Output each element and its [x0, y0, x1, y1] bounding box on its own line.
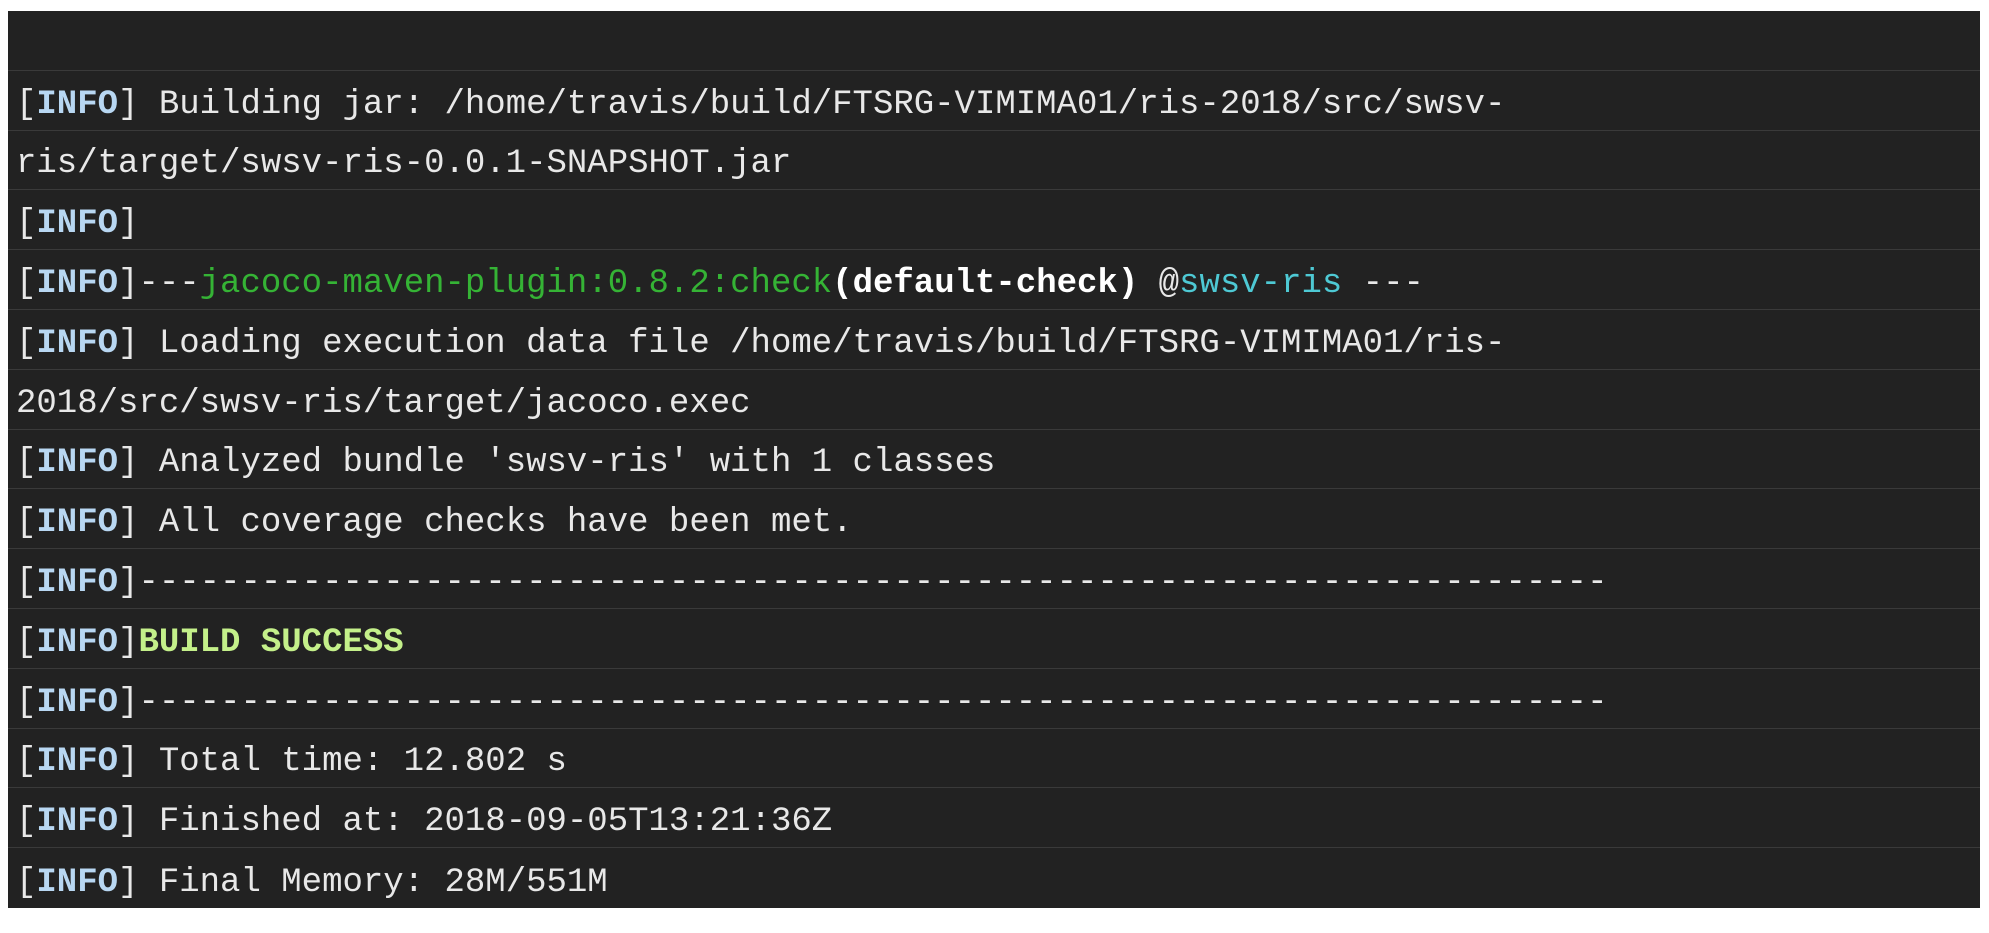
log-message: Loading execution data file /home/travis… [138, 324, 1506, 363]
log-level-tag: INFO [36, 563, 119, 602]
log-message: All coverage checks have been met. [138, 504, 853, 543]
plugin-name: jacoco-maven-plugin:0.8.2:check [199, 264, 833, 303]
log-message: Final Memory: 28M/551M [138, 863, 608, 902]
log-level-tag: INFO [36, 683, 119, 722]
log-line-building-jar: [INFO] Building jar: /home/travis/build/… [8, 71, 1980, 131]
log-line-continuation: ris/target/swsv-ris-0.0.1-SNAPSHOT.jar [8, 131, 1980, 191]
terminal-output: [INFO] Building jar: /home/travis/build/… [8, 11, 1980, 908]
module-name: swsv-ris [1179, 264, 1343, 303]
separator-dashes: ----------------------------------------… [138, 563, 1608, 602]
log-level-tag: INFO [36, 743, 119, 782]
log-line-analyzed: [INFO] Analyzed bundle 'swsv-ris' with 1… [8, 430, 1980, 490]
log-level-tag: INFO [36, 324, 119, 363]
log-line-empty-info: [INFO] [8, 190, 1980, 251]
log-level-tag: INFO [36, 264, 119, 303]
log-line-finished-at: [INFO] Finished at: 2018-09-05T13:21:36Z [8, 788, 1980, 849]
log-message: Total time: 12.802 s [138, 743, 567, 782]
log-message: Building jar: /home/travis/build/FTSRG-V… [138, 85, 1506, 124]
log-line-separator: [INFO] ----------------------------------… [8, 669, 1980, 729]
log-message: 2018/src/swsv-ris/target/jacoco.exec [16, 384, 751, 423]
blank-line [8, 11, 1980, 71]
log-message: ris/target/swsv-ris-0.0.1-SNAPSHOT.jar [16, 145, 792, 184]
dash-suffix: --- [1342, 264, 1424, 303]
goal-id: (default-check) [832, 264, 1139, 303]
log-level-tag: INFO [36, 444, 119, 483]
at-sign: @ [1138, 264, 1180, 303]
build-status: BUILD SUCCESS [138, 623, 404, 662]
log-level-tag: INFO [36, 85, 119, 124]
log-line-build-success: [INFO] BUILD SUCCESS [8, 609, 1980, 669]
log-message: Analyzed bundle 'swsv-ris' with 1 classe… [138, 444, 996, 483]
log-line-loading-data: [INFO] Loading execution data file /home… [8, 310, 1980, 370]
log-line-coverage: [INFO] All coverage checks have been met… [8, 489, 1980, 550]
log-line-plugin-header: [INFO] --- jacoco-maven-plugin:0.8.2:check… [8, 250, 1980, 310]
dash-prefix: --- [138, 264, 200, 303]
log-line-total-time: [INFO] Total time: 12.802 s [8, 729, 1980, 789]
log-level-tag: INFO [36, 803, 119, 842]
log-line-continuation: 2018/src/swsv-ris/target/jacoco.exec [8, 370, 1980, 430]
log-level-tag: INFO [36, 205, 119, 244]
log-line-final-memory: [INFO] Final Memory: 28M/551M [16, 863, 608, 902]
log-level-tag: INFO [36, 504, 119, 543]
separator-dashes: ----------------------------------------… [138, 683, 1608, 722]
log-message: Finished at: 2018-09-05T13:21:36Z [138, 803, 833, 842]
log-line-separator: [INFO] ----------------------------------… [8, 549, 1980, 609]
log-level-tag: INFO [36, 863, 119, 902]
log-level-tag: INFO [36, 623, 119, 662]
